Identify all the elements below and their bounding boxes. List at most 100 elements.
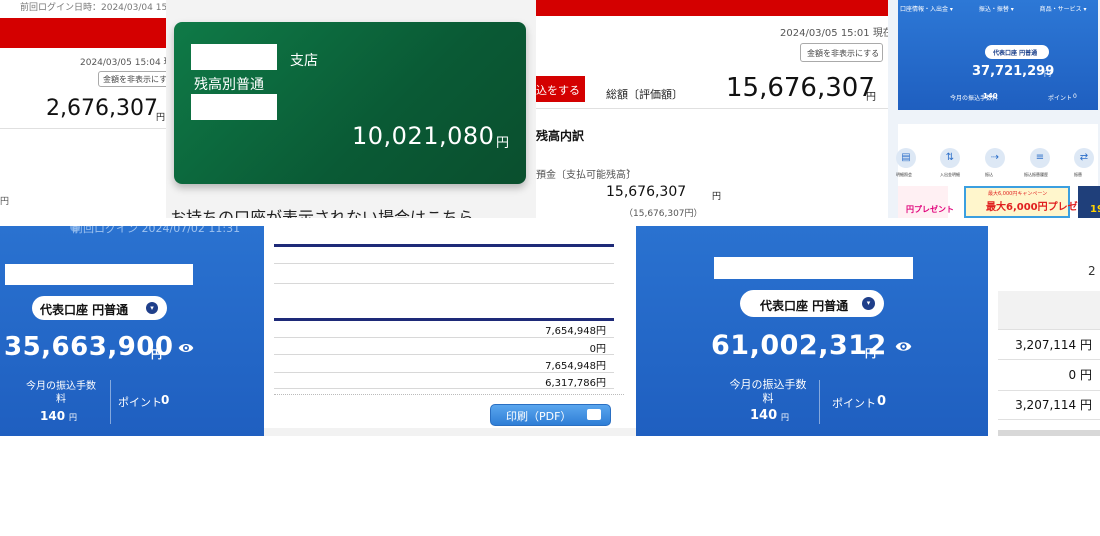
points-label: ポイント — [118, 396, 162, 409]
table-row-line — [274, 263, 614, 264]
move-funds-icon[interactable]: ⇄ — [1074, 148, 1094, 168]
eye-icon[interactable] — [895, 338, 912, 355]
footer-strip — [264, 428, 636, 436]
table-cell-value: 2 — [1088, 264, 1096, 278]
printer-icon — [587, 409, 601, 420]
mobile-app-home: 口座情報・入出金 ▾ 振込・振替 ▾ 商品・サービス ▾ 代表口座 円普通 37… — [888, 0, 1100, 218]
menu-label-move: 振替 — [1074, 172, 1082, 177]
print-pdf-label: 印刷（PDF） — [506, 410, 572, 423]
account-selector-label: 代表口座 円普通 — [760, 299, 849, 313]
menu-label-history: 入出金明細 — [940, 172, 960, 177]
transfer-history-icon[interactable]: ≡ — [1030, 148, 1050, 168]
statement-icon[interactable]: ▤ — [896, 148, 916, 168]
top-nav[interactable]: 口座情報・入出金 ▾ 振込・振替 ▾ 商品・サービス ▾ — [900, 4, 1087, 13]
branch-label: 支店 — [290, 53, 318, 69]
yen-unit: 円 — [865, 347, 876, 360]
table-row-line — [998, 359, 1100, 360]
promo-banner-center[interactable]: 最大6,000円キャンペーン 最大6,000円プレゼント — [964, 186, 1098, 218]
redacted-branch-name — [191, 44, 277, 70]
divider — [536, 108, 888, 109]
balance-panel-a: 前回ログイン日時：2024/03/04 15:0 2024/03/05 15:0… — [0, 0, 166, 218]
fee-label: 今月の振込手数料 — [729, 378, 807, 405]
points-value: 0 — [161, 393, 170, 407]
account-selector[interactable]: 代表口座 円普通 — [985, 45, 1049, 59]
yen-unit: 円 — [1044, 70, 1051, 78]
as-of-date: 2024/03/05 15:04 現在 — [80, 58, 166, 68]
banner-text: 19 — [1090, 204, 1100, 215]
points-value: 0 — [877, 394, 887, 409]
fee-value: 140 — [40, 409, 66, 423]
chevron-right-icon[interactable]: › — [626, 164, 631, 178]
points-label: ポイント — [832, 397, 876, 410]
fee-value: 140 — [750, 408, 778, 423]
account-type: 残高別普通 — [194, 77, 264, 93]
table-cell-value: 3,207,114 円 — [1015, 338, 1092, 352]
table-row-line — [274, 372, 614, 373]
yen-unit: 円 — [866, 92, 876, 103]
balance-amount: 61,002,312 — [711, 330, 887, 361]
divider — [0, 128, 166, 129]
deposit-amount: 15,676,307 — [606, 184, 687, 200]
menu-label-transfer: 振込 — [985, 172, 993, 177]
balance-table-panel: 7,654,948円 0円 7,654,948円 6,317,786円 印刷（P… — [264, 226, 636, 436]
representative-account-card-e: 前回ログイン 2024/07/02 11:31 代表口座 円普通 ▾ 35,66… — [0, 226, 264, 436]
yen-unit: 円 — [156, 113, 166, 123]
table-cell-value: 0円 — [589, 344, 606, 355]
balance-amount: 35,663,900 — [4, 332, 174, 362]
table-row-line — [274, 337, 614, 338]
representative-account-card-g: 代表口座 円普通 ▾ 61,002,312 円 今月の振込手数料 140 円 ポ… — [636, 226, 988, 436]
card-balance: 10,021,080 — [352, 122, 495, 150]
balance-amount: 37,721,299 — [972, 64, 1055, 79]
yen-unit: 円 — [712, 192, 722, 202]
header-bar — [0, 18, 166, 48]
banner-caption: 最大6,000円キャンペーン — [988, 191, 1048, 197]
account-card-panel: 支店 残高別普通 10,021,080 円 お持ちの口座が表示されない場合はこち… — [166, 0, 536, 218]
available-balance: （15,676,307円） — [624, 209, 703, 218]
fee-label: 今月の振込手数料 — [26, 381, 96, 405]
promo-banner-left[interactable]: 円プレゼント — [898, 186, 954, 218]
dotted-divider — [274, 394, 624, 395]
transfer-button[interactable]: 込をする — [536, 76, 585, 102]
balance-table-right: 2 3,207,114 円 0 円 3,207,114 円 — [998, 226, 1100, 436]
yen-unit: 円 — [781, 413, 789, 422]
yen-unit: 円 — [151, 348, 162, 361]
menu-label-transfer-history: 振込振替履歴 — [1024, 172, 1048, 177]
table-row-line — [998, 419, 1100, 420]
table-cell-value: 7,654,948円 — [545, 326, 606, 337]
breakdown-heading: 残高内訳 — [536, 129, 585, 143]
hide-amount-button[interactable]: 金額を非表示にする — [800, 43, 883, 62]
deposit-history-icon[interactable]: ⇅ — [940, 148, 960, 168]
last-login-text: 前回ログイン日時：2024/03/04 15:0 — [20, 3, 166, 13]
footer-strip — [998, 430, 1100, 436]
last-login-text: 前回ログイン 2024/07/02 11:31 — [72, 226, 241, 235]
balance-summary-panel: 2024/03/05 15:01 現在 金額を非表示にする 込をする 総額〔評価… — [536, 0, 888, 218]
chevron-down-icon[interactable]: ▾ — [862, 297, 875, 310]
hide-amount-button[interactable]: 金額を非表示にする — [98, 71, 166, 87]
points-value: 0 — [1073, 93, 1077, 100]
table-row-line — [998, 329, 1100, 330]
table-row-line — [998, 390, 1100, 391]
table-top-rule — [274, 244, 614, 247]
banner-text: 円プレゼント — [906, 205, 954, 214]
eye-icon[interactable] — [178, 340, 194, 356]
yen-unit-small: 円 — [0, 197, 10, 207]
table-cell-value: 0 円 — [1068, 368, 1092, 382]
missing-account-link[interactable]: お持ちの口座が表示されない場合はこちら — [170, 204, 474, 218]
print-pdf-button[interactable]: 印刷（PDF） — [490, 404, 611, 426]
table-section-rule — [274, 318, 614, 321]
chevron-down-icon[interactable]: ▾ — [146, 302, 158, 314]
redacted-account-name — [714, 257, 913, 279]
deposit-label[interactable]: 預金〔支払可能残高〕 — [536, 166, 636, 181]
screenshot-collage: 前回ログイン日時：2024/03/04 15:0 2024/03/05 15:0… — [0, 0, 1100, 536]
table-cell-value: 3,207,114 円 — [1015, 398, 1092, 412]
total-label: 総額〔評価額〕 — [606, 88, 683, 101]
account-card[interactable]: 支店 残高別普通 10,021,080 円 — [174, 22, 526, 184]
promo-banner-right[interactable]: 19 — [1078, 186, 1100, 218]
table-cell-value: 7,654,948円 — [545, 361, 606, 372]
yen-unit: 円 — [69, 413, 77, 422]
menu-label-statement: 明細照会 — [896, 172, 912, 177]
transfer-icon[interactable]: ⇢ — [985, 148, 1005, 168]
table-row-line — [274, 354, 614, 355]
table-header-shade — [998, 291, 1100, 329]
balance-amount: 2,676,307 — [46, 96, 158, 121]
